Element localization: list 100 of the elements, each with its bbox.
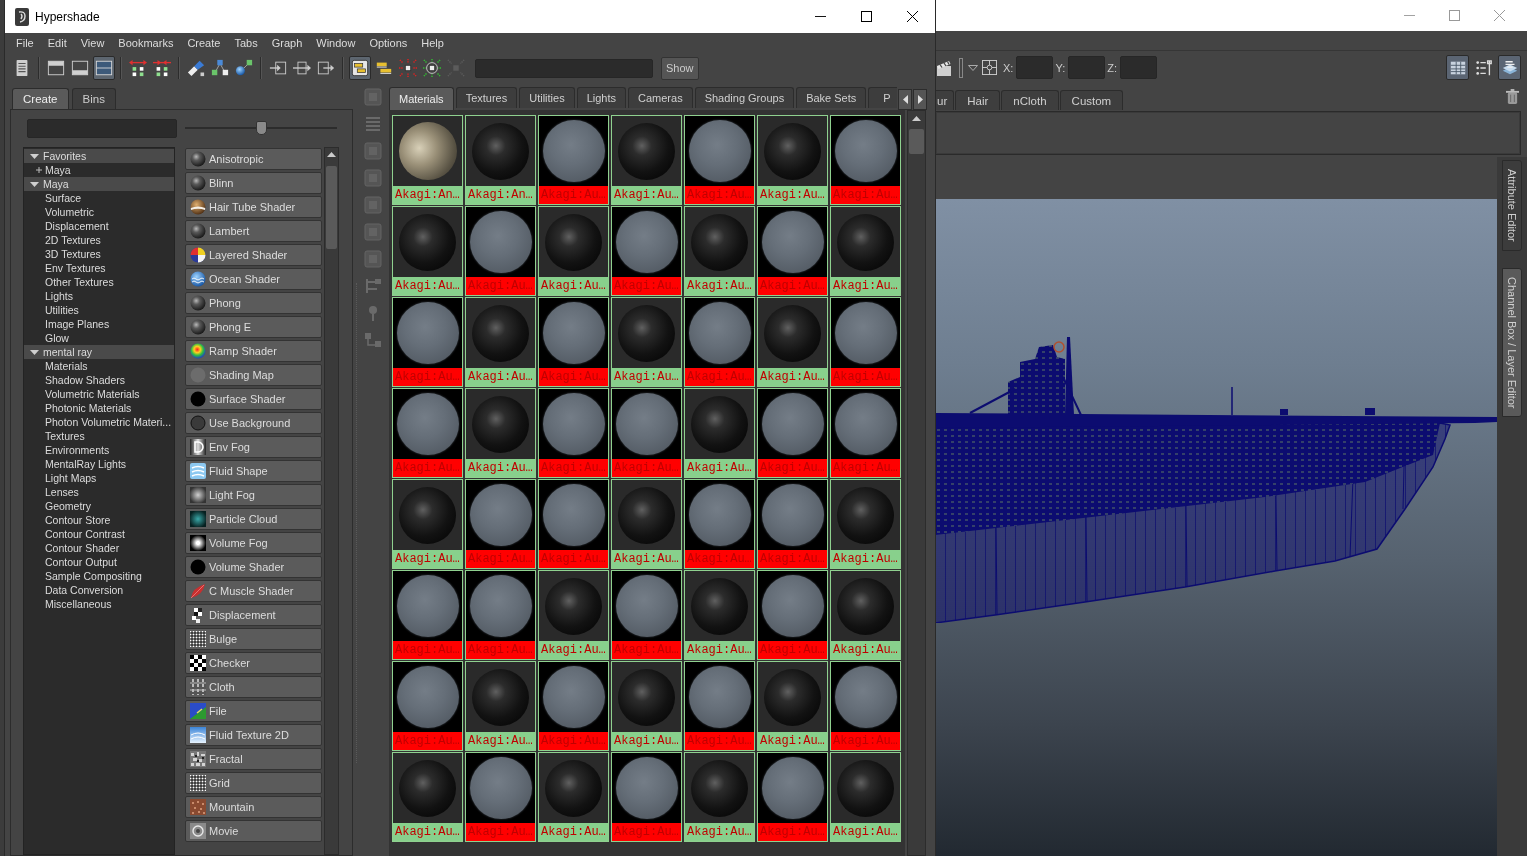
menu-item[interactable]: Graph: [271, 37, 303, 49]
arrows-target-button[interactable]: [421, 56, 443, 80]
material-tile[interactable]: Akagi:Au…: [684, 206, 755, 296]
scrollbar[interactable]: [324, 147, 339, 855]
split-pane-button[interactable]: [93, 56, 115, 80]
shelf-tab[interactable]: nCloth: [1001, 90, 1059, 110]
material-tile[interactable]: Akagi:Au…: [611, 661, 682, 751]
material-tile[interactable]: Akagi:Au…: [684, 570, 755, 660]
scrollbar-thumb[interactable]: [326, 166, 337, 249]
material-tile[interactable]: Akagi:Au…: [465, 297, 536, 387]
node-button[interactable]: Fractal: [185, 748, 322, 770]
browser-tab[interactable]: P: [868, 87, 897, 108]
node-button[interactable]: Phong E: [185, 316, 322, 338]
browser-tab[interactable]: Bake Sets: [796, 87, 867, 108]
panel-tab[interactable]: Create: [12, 88, 69, 109]
node-button[interactable]: Bulge: [185, 628, 322, 650]
viewport[interactable]: [935, 199, 1497, 856]
tree-item[interactable]: 3D Textures: [24, 247, 174, 261]
material-tile[interactable]: Akagi:Au…: [465, 388, 536, 478]
filter-field[interactable]: [27, 118, 177, 138]
browser-tab[interactable]: Cameras: [628, 87, 693, 108]
node-button[interactable]: Mountain: [185, 796, 322, 818]
node-button[interactable]: Fluid Shape: [185, 460, 322, 482]
node-button[interactable]: Fluid Texture 2D: [185, 724, 322, 746]
material-tile[interactable]: Akagi:Au…: [611, 297, 682, 387]
tree-item[interactable]: Env Textures: [24, 261, 174, 275]
tree-item[interactable]: Displacement: [24, 219, 174, 233]
node-button[interactable]: Volume Shader: [185, 556, 322, 578]
plus-icon[interactable]: [36, 167, 42, 173]
menu-item[interactable]: File: [16, 37, 34, 49]
node-button[interactable]: Checker: [185, 652, 322, 674]
material-tile[interactable]: Akagi:Au…: [684, 752, 755, 842]
tree-item[interactable]: Shadow Shaders: [24, 373, 174, 387]
tree-item[interactable]: Sample Compositing: [24, 569, 174, 583]
menu-item[interactable]: View: [80, 37, 105, 49]
node-button[interactable]: Cloth: [185, 676, 322, 698]
tree-item[interactable]: Volumetric Materials: [24, 387, 174, 401]
side-tab[interactable]: Channel Box / Layer Editor: [1502, 267, 1522, 418]
node-button[interactable]: Phong: [185, 292, 322, 314]
pane-toggle-button[interactable]: [349, 56, 371, 80]
tree-item[interactable]: Contour Store: [24, 513, 174, 527]
node-button[interactable]: File: [185, 700, 322, 722]
browser-tab[interactable]: Shading Groups: [694, 87, 795, 108]
scroll-right-button[interactable]: [913, 89, 927, 110]
node-button[interactable]: Volume Fog: [185, 532, 322, 554]
tree-item[interactable]: Lights: [24, 289, 174, 303]
tree-item[interactable]: Lenses: [24, 485, 174, 499]
tree-group[interactable]: Favorites: [24, 149, 174, 163]
tree-item[interactable]: Image Planes: [24, 317, 174, 331]
browser-tab[interactable]: Materials: [389, 87, 454, 110]
crosshair-box-icon[interactable]: [982, 60, 997, 75]
material-tile[interactable]: Akagi:Au…: [757, 661, 828, 751]
scrollbar[interactable]: [907, 110, 926, 856]
scrollbar-thumb[interactable]: [909, 129, 924, 154]
material-tile[interactable]: Akagi:Au…: [830, 479, 901, 569]
material-tile[interactable]: Akagi:Au…: [392, 752, 463, 842]
menu-item[interactable]: Tabs: [234, 37, 258, 49]
node-button[interactable]: Grid: [185, 772, 322, 794]
scroll-up-icon[interactable]: [327, 152, 336, 157]
browser-tab[interactable]: Textures: [455, 87, 518, 108]
tree-item[interactable]: Contour Shader: [24, 541, 174, 555]
tree-item[interactable]: Geometry: [24, 499, 174, 513]
node-button[interactable]: Layered Shader: [185, 244, 322, 266]
material-tile[interactable]: Akagi:Au…: [611, 479, 682, 569]
material-tile[interactable]: Akagi:Au…: [830, 752, 901, 842]
menu-item[interactable]: Edit: [47, 37, 67, 49]
dropdown-arrow-icon[interactable]: [968, 64, 978, 71]
down-triangle-icon[interactable]: [30, 349, 39, 355]
menu-item[interactable]: Help: [421, 37, 444, 49]
down-triangle-icon[interactable]: [30, 153, 39, 159]
coordinate-field[interactable]: [1016, 56, 1054, 79]
node-button[interactable]: Ocean Shader: [185, 268, 322, 290]
node-button[interactable]: Displacement: [185, 604, 322, 626]
clapperboard-icon[interactable]: [937, 59, 951, 76]
down-triangle-icon[interactable]: [30, 181, 39, 187]
node-button[interactable]: C Muscle Shader: [185, 580, 322, 602]
tree-item[interactable]: Data Conversion: [24, 583, 174, 597]
material-tile[interactable]: Akagi:An…: [465, 115, 536, 205]
node-button[interactable]: Anisotropic: [185, 148, 322, 170]
node-button[interactable]: Shading Map: [185, 364, 322, 386]
tree-item[interactable]: Contour Output: [24, 555, 174, 569]
tree-item[interactable]: Volumetric: [24, 205, 174, 219]
toolbar-grip-icon[interactable]: [959, 57, 963, 78]
material-tile[interactable]: Akagi:Au…: [757, 115, 828, 205]
node-button[interactable]: Use Background: [185, 412, 322, 434]
menu-item[interactable]: Window: [316, 37, 356, 49]
coordinate-field[interactable]: [1120, 56, 1157, 79]
table-button[interactable]: [1446, 55, 1469, 80]
tree-item[interactable]: Other Textures: [24, 275, 174, 289]
show-button[interactable]: Show: [661, 56, 699, 80]
node-button[interactable]: Lambert: [185, 220, 322, 242]
shelf-tab[interactable]: Custom: [1059, 90, 1124, 110]
scroll-up-icon[interactable]: [912, 116, 921, 121]
layers-button[interactable]: [1498, 55, 1521, 80]
node-button[interactable]: Blinn: [185, 172, 322, 194]
tree-group[interactable]: mental ray: [24, 345, 174, 359]
node-button[interactable]: Particle Cloud: [185, 508, 322, 530]
tree-item[interactable]: Miscellaneous: [24, 597, 174, 611]
node-button[interactable]: Hair Tube Shader: [185, 196, 322, 218]
slider-thumb[interactable]: [255, 121, 267, 135]
